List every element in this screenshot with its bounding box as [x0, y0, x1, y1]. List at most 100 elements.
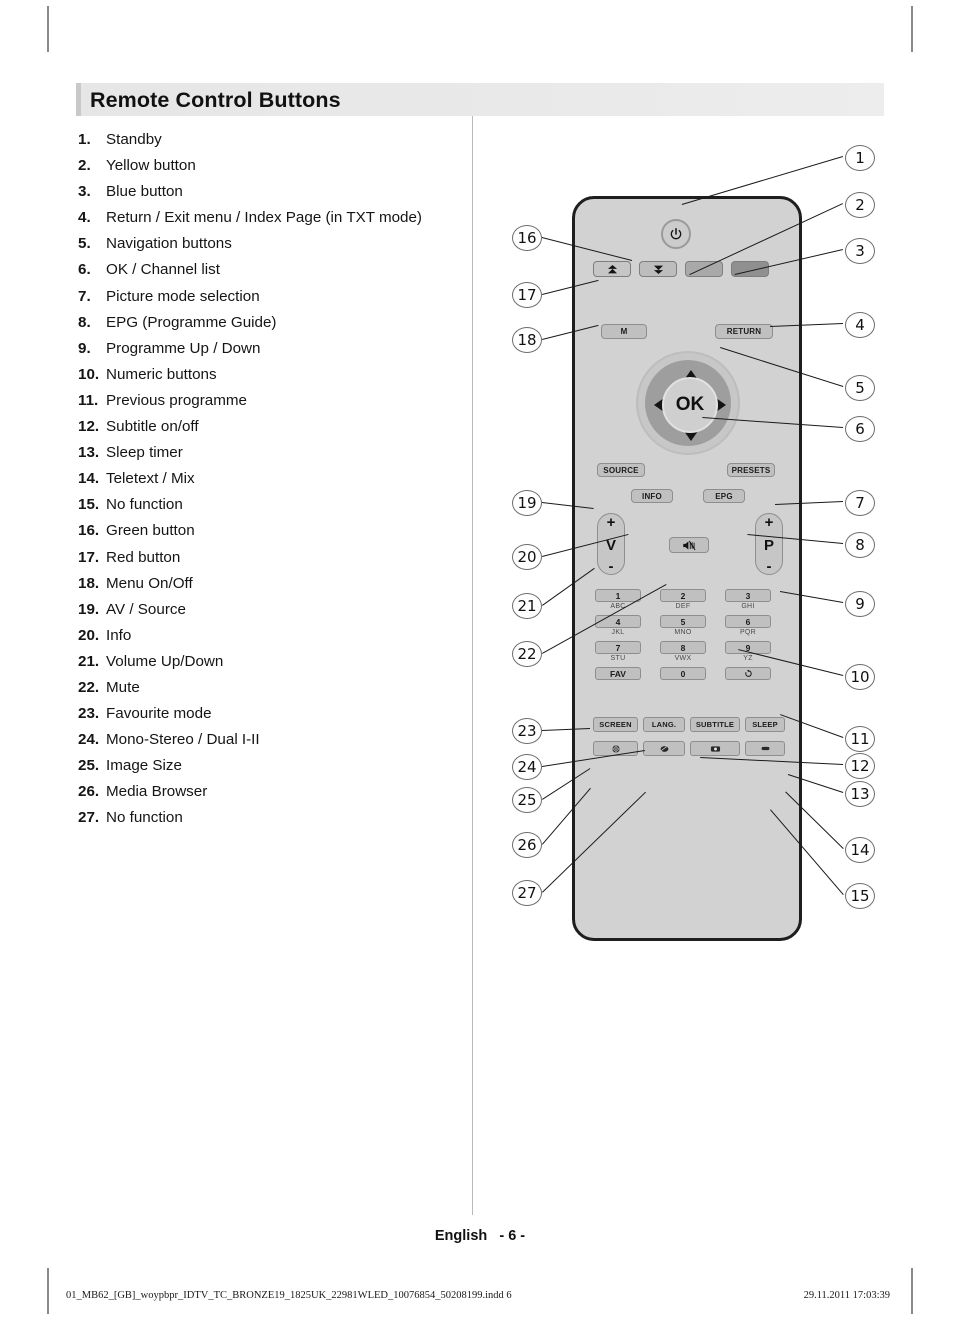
- callout-15: 15: [845, 883, 875, 909]
- callout-12: 12: [845, 753, 875, 779]
- legend-item: 12. Subtitle on/off: [78, 418, 468, 444]
- legend-item-number: 16.: [78, 522, 100, 540]
- media-browser-icon: [611, 744, 620, 753]
- legend-item-number: 20.: [78, 626, 100, 644]
- legend-item: 10. Numeric buttons: [78, 366, 468, 392]
- double-arrow-down-icon: [653, 265, 663, 274]
- callout-7: 7: [845, 490, 875, 516]
- lang-button[interactable]: LANG.: [643, 717, 685, 732]
- sleep-button[interactable]: SLEEP: [745, 717, 785, 732]
- keypad-key-fav[interactable]: FAV: [595, 667, 641, 680]
- legend-item-label: Subtitle on/off: [106, 418, 199, 436]
- footer-language-label: English: [434, 1228, 488, 1244]
- legend-item: 25. Image Size: [78, 757, 468, 783]
- blank-key-button[interactable]: [745, 741, 785, 756]
- screen-button[interactable]: SCREEN: [593, 717, 638, 732]
- ok-button[interactable]: OK: [662, 377, 718, 433]
- callout-25: 25: [512, 787, 542, 813]
- keypad-letters: PQR: [739, 629, 757, 636]
- power-icon[interactable]: [661, 219, 691, 249]
- legend-item-number: 1.: [78, 131, 91, 148]
- return-button[interactable]: RETURN: [715, 324, 773, 339]
- callout-6: 6: [845, 416, 875, 442]
- legend-item: 13. Sleep timer: [78, 444, 468, 470]
- keypad-key-1[interactable]: 1: [595, 589, 641, 602]
- callout-23: 23: [512, 718, 542, 744]
- picture-mode-icon: [710, 745, 720, 752]
- presets-button[interactable]: PRESETS: [727, 463, 775, 477]
- keypad-key-8[interactable]: 8: [660, 641, 706, 654]
- navigation-dpad[interactable]: OK: [636, 351, 740, 455]
- mute-button[interactable]: [669, 537, 709, 553]
- info-button[interactable]: INFO: [631, 489, 673, 503]
- legend-item-number: 17.: [78, 548, 100, 566]
- callout-3: 3: [845, 238, 875, 264]
- callout-11: 11: [845, 726, 875, 752]
- legend-item: 7. Picture mode selection: [78, 288, 468, 314]
- red-button[interactable]: [593, 261, 631, 277]
- keypad-letters: MNO: [674, 629, 692, 636]
- legend-item-number: 6.: [78, 261, 91, 279]
- epg-button[interactable]: EPG: [703, 489, 745, 503]
- legend-item-number: 27.: [78, 809, 100, 827]
- swap-icon: [744, 669, 752, 677]
- keypad-key-7[interactable]: 7: [595, 641, 641, 654]
- legend-item-number: 23.: [78, 705, 100, 723]
- volume-rocker[interactable]: + V -: [597, 513, 625, 575]
- callout-4: 4: [845, 312, 875, 338]
- legend-item-number: 3.: [78, 183, 91, 201]
- programme-plus-label: +: [764, 514, 774, 531]
- legend-item: 4. Return / Exit menu / Index Page (in TX…: [78, 209, 468, 235]
- keypad-letters: VWX: [674, 655, 692, 662]
- legend-item: 18. Menu On/Off: [78, 575, 468, 601]
- legend-item-label: No function: [106, 496, 183, 514]
- teletext-mix-button[interactable]: [643, 741, 685, 756]
- keypad-key-2[interactable]: 2: [660, 589, 706, 602]
- subtitle-button[interactable]: SUBTITLE: [690, 717, 740, 732]
- green-button[interactable]: [639, 261, 677, 277]
- callout-13: 13: [845, 781, 875, 807]
- legend-item-label: Programme Up / Down: [106, 339, 261, 357]
- legend-item-label: Menu On/Off: [106, 574, 193, 592]
- callout-17: 17: [512, 282, 542, 308]
- legend-item: 19. AV / Source: [78, 601, 468, 627]
- picture-mode-button[interactable]: [690, 741, 740, 756]
- callout-20: 20: [512, 544, 542, 570]
- menu-button[interactable]: M: [601, 324, 647, 339]
- callout-16: 16: [512, 225, 542, 251]
- keypad-key-5[interactable]: 5: [660, 615, 706, 628]
- legend-item-number: 18.: [78, 574, 100, 592]
- legend-item-number: 9.: [78, 339, 91, 357]
- keypad-key-6[interactable]: 6: [725, 615, 771, 628]
- callout-19: 19: [512, 490, 542, 516]
- legend-item-number: 8.: [78, 313, 91, 331]
- crop-mark-bottom-right: [911, 1268, 913, 1314]
- legend-item-number: 13.: [78, 444, 100, 462]
- programme-rocker[interactable]: + P -: [755, 513, 783, 575]
- button-legend-list: 1. Standby 2. Yellow button 3. Blue button 4. R…: [78, 131, 468, 836]
- keypad-key-swap-icon[interactable]: [725, 667, 771, 680]
- legend-item: 9. Programme Up / Down: [78, 340, 468, 366]
- mute-speaker-icon: [683, 540, 696, 550]
- keypad-key-4[interactable]: 4: [595, 615, 641, 628]
- legend-item-label: Sleep timer: [106, 444, 183, 462]
- legend-item-label: EPG (Programme Guide): [106, 313, 277, 331]
- legend-item: 1. Standby: [78, 131, 468, 157]
- keypad-letters: GHI: [741, 603, 755, 610]
- legend-item-number: 24.: [78, 731, 100, 749]
- keypad-key-0[interactable]: 0: [660, 667, 706, 680]
- legend-item-label: AV / Source: [106, 600, 186, 618]
- legend-item-label: Media Browser: [106, 783, 208, 801]
- legend-item: 3. Blue button: [78, 183, 468, 209]
- crop-mark-top-right: [911, 6, 913, 52]
- callout-2: 2: [845, 192, 875, 218]
- legend-item: 23. Favourite mode: [78, 705, 468, 731]
- keypad-letters: JKL: [611, 629, 625, 636]
- legend-item-number: 21.: [78, 652, 100, 670]
- source-button[interactable]: SOURCE: [597, 463, 645, 477]
- legend-item: 11. Previous programme: [78, 392, 468, 418]
- keypad-key-3[interactable]: 3: [725, 589, 771, 602]
- legend-item: 17. Red button: [78, 549, 468, 575]
- legend-item: 27. No function: [78, 809, 468, 835]
- volume-plus-label: +: [606, 514, 616, 531]
